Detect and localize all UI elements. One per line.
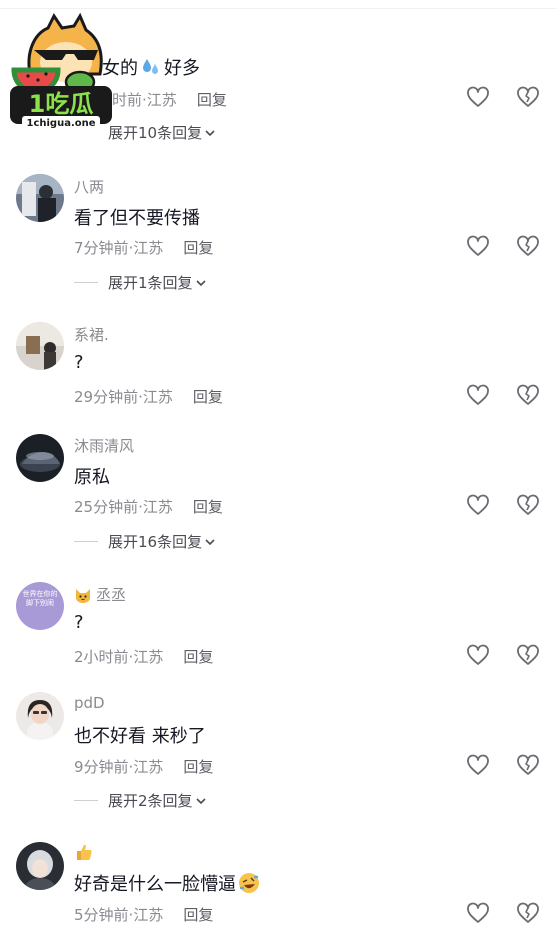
comment-meta: 2小时前 · 江苏 回复 (74, 646, 213, 667)
comment-time: 2小时前 (74, 648, 129, 666)
avatar[interactable] (16, 842, 64, 890)
comment-username[interactable]: pdD (74, 694, 105, 712)
comment-text: 好奇是什么一脸懵逼 (74, 870, 260, 896)
reply-button[interactable]: 回复 (183, 904, 213, 925)
expand-replies-button[interactable]: 展开16条回复 (74, 531, 216, 552)
expand-replies-button[interactable]: 展开2条回复 (74, 790, 207, 811)
watermark-domain-text: 1chigua.one (26, 118, 95, 129)
comment-meta: 29分钟前 · 江苏 回复 (74, 386, 223, 407)
thumbs-up-emoji-icon (77, 844, 92, 860)
cat-emoji-icon (76, 588, 90, 603)
chevron-down-icon (195, 797, 206, 804)
comment-time: 9分钟前 (74, 758, 129, 776)
avatar[interactable]: 世界在你的脚下别闹 (16, 582, 64, 630)
comment-meta: 25分钟前 · 江苏 回复 (74, 496, 223, 517)
avatar[interactable] (16, 692, 64, 740)
chevron-down-icon (195, 279, 206, 286)
expand-divider (74, 282, 98, 283)
heart-icon[interactable] (466, 235, 490, 257)
expand-divider (74, 800, 98, 801)
comment-meta: 时前 · 江苏 回复 (112, 89, 227, 110)
comment-meta: 7分钟前 · 江苏 回复 (74, 237, 213, 258)
avatar-text: 世界在你的脚下别闹 (22, 590, 58, 607)
comment-location: 江苏 (133, 906, 164, 924)
reply-button[interactable]: 回复 (183, 756, 213, 777)
comment-username[interactable]: 丞丞 (74, 584, 126, 605)
comment-time: 5分钟前 (74, 906, 129, 924)
rofl-emoji-icon (239, 873, 259, 893)
comment-meta: 5分钟前 · 江苏 回复 (74, 904, 213, 925)
heart-icon[interactable] (466, 902, 490, 924)
avatar[interactable] (16, 434, 64, 482)
heart-icon[interactable] (466, 644, 490, 666)
avatar[interactable] (16, 322, 64, 370)
comment-text: 也不好看 来秒了 (74, 726, 206, 747)
comment-time: 时前 (112, 91, 143, 109)
comment-location: 江苏 (142, 498, 173, 516)
heart-icon[interactable] (466, 86, 490, 108)
comment-location: 江苏 (133, 239, 164, 257)
watermark-brand-text: 1吃瓜 (29, 90, 94, 118)
avatar[interactable] (16, 174, 64, 222)
reply-button[interactable]: 回复 (193, 386, 223, 407)
expand-divider (74, 541, 98, 542)
chevron-down-icon (205, 129, 215, 136)
reply-button[interactable]: 回复 (183, 646, 213, 667)
watermark-logo: 1吃瓜 1chigua.one (10, 12, 112, 129)
expand-replies-button[interactable]: 展开10条回复 (108, 122, 216, 143)
broken-heart-icon[interactable] (516, 902, 540, 924)
top-divider (0, 8, 556, 9)
comment-text: ? (74, 612, 84, 633)
reply-button[interactable]: 回复 (183, 237, 213, 258)
comment-text: 看了但不要传播 (74, 208, 200, 229)
comment-location: 江苏 (133, 758, 164, 776)
comment-time: 7分钟前 (74, 239, 129, 257)
comment-location: 江苏 (133, 648, 164, 666)
broken-heart-icon[interactable] (516, 494, 540, 516)
comment-username[interactable]: 八两 (74, 176, 104, 197)
comment-time: 29分钟前 (74, 388, 139, 406)
reply-button[interactable]: 回复 (193, 496, 223, 517)
heart-icon[interactable] (466, 754, 490, 776)
heart-icon[interactable] (466, 494, 490, 516)
broken-heart-icon[interactable] (516, 86, 540, 108)
reply-button[interactable]: 回复 (197, 89, 227, 110)
comment-text: 女的 好多 (102, 58, 200, 79)
sweat-droplets-icon (143, 59, 158, 74)
broken-heart-icon[interactable] (516, 644, 540, 666)
heart-icon[interactable] (466, 384, 490, 406)
expand-replies-button[interactable]: 展开1条回复 (74, 272, 207, 293)
broken-heart-icon[interactable] (516, 384, 540, 406)
comment-username[interactable] (74, 842, 94, 862)
comment-location: 江苏 (146, 91, 177, 109)
chevron-down-icon (205, 538, 215, 545)
comment-text: ? (74, 352, 84, 373)
comment-time: 25分钟前 (74, 498, 139, 516)
broken-heart-icon[interactable] (516, 754, 540, 776)
comment-text: 原私 (74, 467, 110, 488)
broken-heart-icon[interactable] (516, 235, 540, 257)
comment-location: 江苏 (142, 388, 173, 406)
comment-username[interactable]: 系裙. (74, 324, 109, 345)
comment-username[interactable]: 沐雨清风 (74, 435, 134, 456)
comment-meta: 9分钟前 · 江苏 回复 (74, 756, 213, 777)
